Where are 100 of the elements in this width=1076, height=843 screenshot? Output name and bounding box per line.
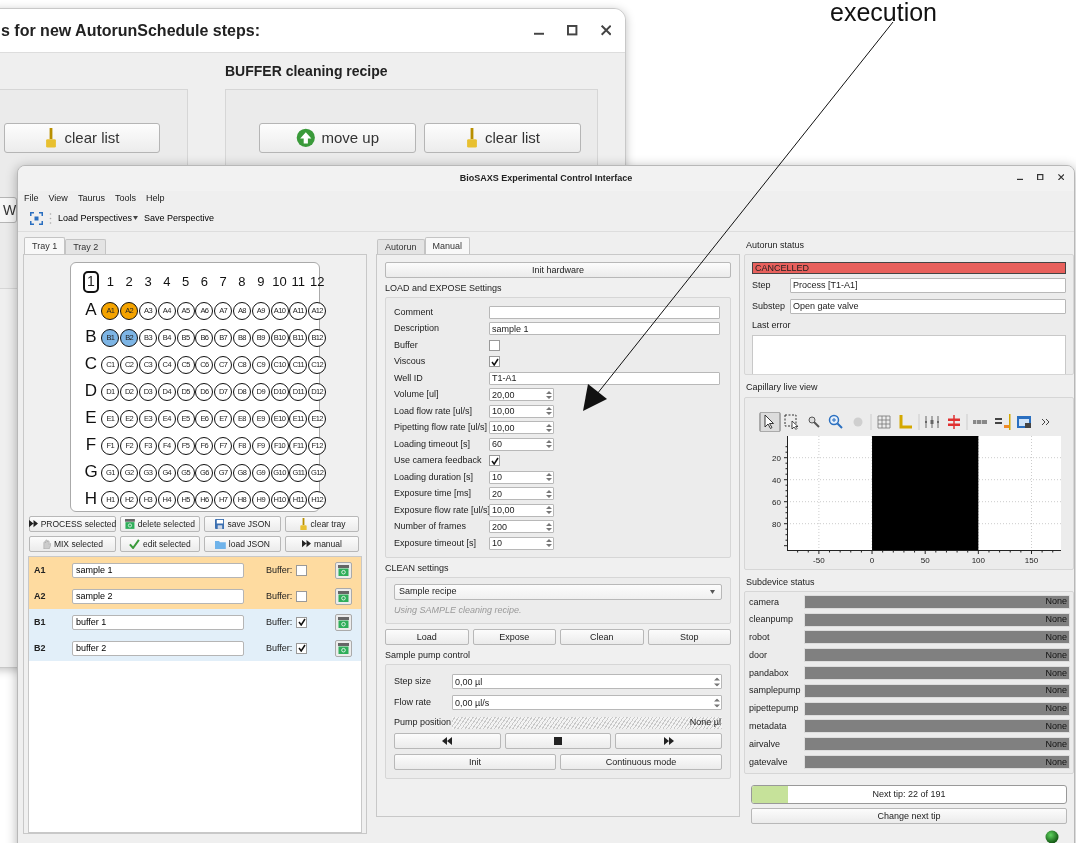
spin-arrows-icon[interactable] (546, 407, 552, 416)
sample-name-field[interactable]: buffer 1 (72, 614, 244, 630)
delete-button[interactable] (335, 587, 352, 605)
spin-field[interactable]: 20,00 (489, 388, 554, 402)
text-field[interactable]: T1-A1 (489, 371, 720, 385)
spin-field[interactable]: 60 (489, 437, 554, 451)
bin-icon (124, 519, 135, 529)
tray-action-button[interactable]: PROCESS selected (29, 516, 116, 532)
maximize-icon[interactable] (1037, 174, 1044, 181)
spin-field[interactable]: 10 (489, 470, 554, 484)
checkbox[interactable] (489, 455, 500, 467)
action-button[interactable]: Clean (560, 629, 644, 646)
menu-item[interactable]: Help (145, 192, 165, 204)
spin-field[interactable]: 10,00 (489, 404, 554, 418)
spin-arrows-icon[interactable] (546, 423, 552, 432)
action-button[interactable]: W (0, 197, 17, 223)
delete-button[interactable] (335, 613, 352, 631)
spin-arrows-icon[interactable] (546, 539, 552, 548)
sample-name-field[interactable]: buffer 2 (72, 640, 244, 656)
tray-action-button[interactable]: delete selected (120, 516, 200, 532)
pump-button[interactable]: Continuous mode (560, 754, 722, 771)
column-label: 12 (309, 274, 325, 290)
text-field[interactable]: sample 1 (489, 322, 720, 336)
selection-icon[interactable] (783, 413, 801, 431)
toolbar-button[interactable]: Save Perspective (144, 212, 215, 224)
toolbar-button[interactable]: Load Perspectives (58, 212, 139, 224)
close-icon[interactable] (600, 25, 611, 36)
action-button[interactable]: move up (259, 123, 416, 153)
checkbox[interactable] (296, 590, 307, 602)
action-button[interactable]: Stop (647, 629, 731, 646)
menu-item[interactable]: View (48, 192, 68, 204)
transport-button[interactable] (504, 733, 612, 750)
tab[interactable]: Autorun (377, 239, 425, 254)
field-label: Comment (394, 306, 434, 318)
action-button[interactable]: Load (385, 629, 469, 646)
action-button[interactable]: Expose (472, 629, 556, 646)
image-icon[interactable] (1015, 413, 1033, 431)
device-name: robot (749, 632, 771, 643)
spin-arrows-icon[interactable] (714, 677, 720, 687)
spin-arrows-icon[interactable] (546, 440, 552, 449)
split-markers-icon[interactable] (945, 413, 963, 431)
pump-button[interactable]: Init (394, 754, 556, 771)
tray-action-button[interactable]: clear tray (285, 516, 359, 532)
spin-arrows-icon[interactable] (546, 522, 552, 531)
column-label: 8 (238, 274, 246, 290)
fast-forward-icon (28, 520, 38, 528)
spin-field[interactable]: 0,00 µl/s (452, 695, 722, 711)
menu-item[interactable]: Taurus (77, 192, 105, 204)
text-field[interactable] (489, 305, 720, 319)
recipe-dropdown[interactable]: Sample recipe (394, 583, 722, 600)
brush-icon (465, 128, 479, 148)
menu-item[interactable]: Tools (114, 192, 136, 204)
spin-field[interactable]: 0,00 µl (452, 674, 722, 690)
spin-arrows-icon[interactable] (714, 698, 720, 708)
delete-button[interactable] (335, 639, 352, 657)
spin-field[interactable]: 20 (489, 487, 554, 501)
spin-arrows-icon[interactable] (546, 390, 552, 399)
tray-action-button[interactable]: manual (285, 536, 359, 552)
sample-name-field[interactable]: sample 1 (72, 562, 244, 578)
text-field[interactable]: Open gate valve (790, 298, 1066, 314)
checkbox[interactable] (489, 339, 500, 351)
tray-action-button[interactable]: save JSON (204, 516, 281, 532)
device-state-bar: None (804, 737, 1070, 752)
init-button[interactable]: Init hardware (385, 262, 731, 278)
spin-arrows-icon[interactable] (546, 473, 552, 482)
tab[interactable]: Tray 2 (65, 239, 107, 254)
fullscreen-icon[interactable] (30, 211, 43, 225)
checkbox[interactable] (296, 564, 307, 576)
spin-field[interactable]: 10 (489, 536, 554, 550)
maximize-icon[interactable] (567, 25, 578, 36)
caret-icon (133, 216, 139, 220)
sliders-icon[interactable] (923, 413, 941, 431)
action-button[interactable]: clear list (4, 123, 160, 153)
checkbox[interactable] (296, 616, 307, 628)
spin-field[interactable]: 200 (489, 520, 554, 534)
tab[interactable]: Manual (424, 237, 471, 254)
spin-field[interactable]: 10,00 (489, 421, 554, 435)
tray-action-button[interactable]: MIX selected (29, 536, 116, 552)
change-tip-button[interactable]: Change next tip (751, 807, 1067, 824)
zoom-in-icon[interactable] (827, 413, 845, 431)
device-name: gatevalve (749, 756, 789, 768)
scale-icon[interactable] (993, 413, 1011, 431)
checkbox[interactable] (296, 642, 307, 654)
tab[interactable]: Tray 1 (24, 237, 66, 254)
checkbox[interactable] (489, 356, 500, 368)
spin-field[interactable]: 10,00 (489, 503, 554, 517)
spin-arrows-icon[interactable] (546, 489, 552, 498)
action-button[interactable]: clear list (424, 123, 581, 153)
delete-button[interactable] (335, 561, 352, 579)
field-label: Step size (394, 676, 433, 688)
tick-label: 0 (869, 556, 875, 565)
section-title: Autorun status (745, 239, 806, 252)
tray-action-button[interactable]: load JSON (204, 536, 281, 552)
sample-name-field[interactable]: sample 2 (72, 588, 244, 604)
menu-item[interactable]: File (24, 192, 39, 204)
group-title: Sample pump control (385, 649, 472, 663)
text-field[interactable]: Process [T1-A1] (790, 277, 1066, 293)
tray-action-button[interactable]: edit selected (120, 536, 200, 552)
spin-arrows-icon[interactable] (546, 506, 552, 515)
close-icon[interactable] (1057, 174, 1064, 181)
